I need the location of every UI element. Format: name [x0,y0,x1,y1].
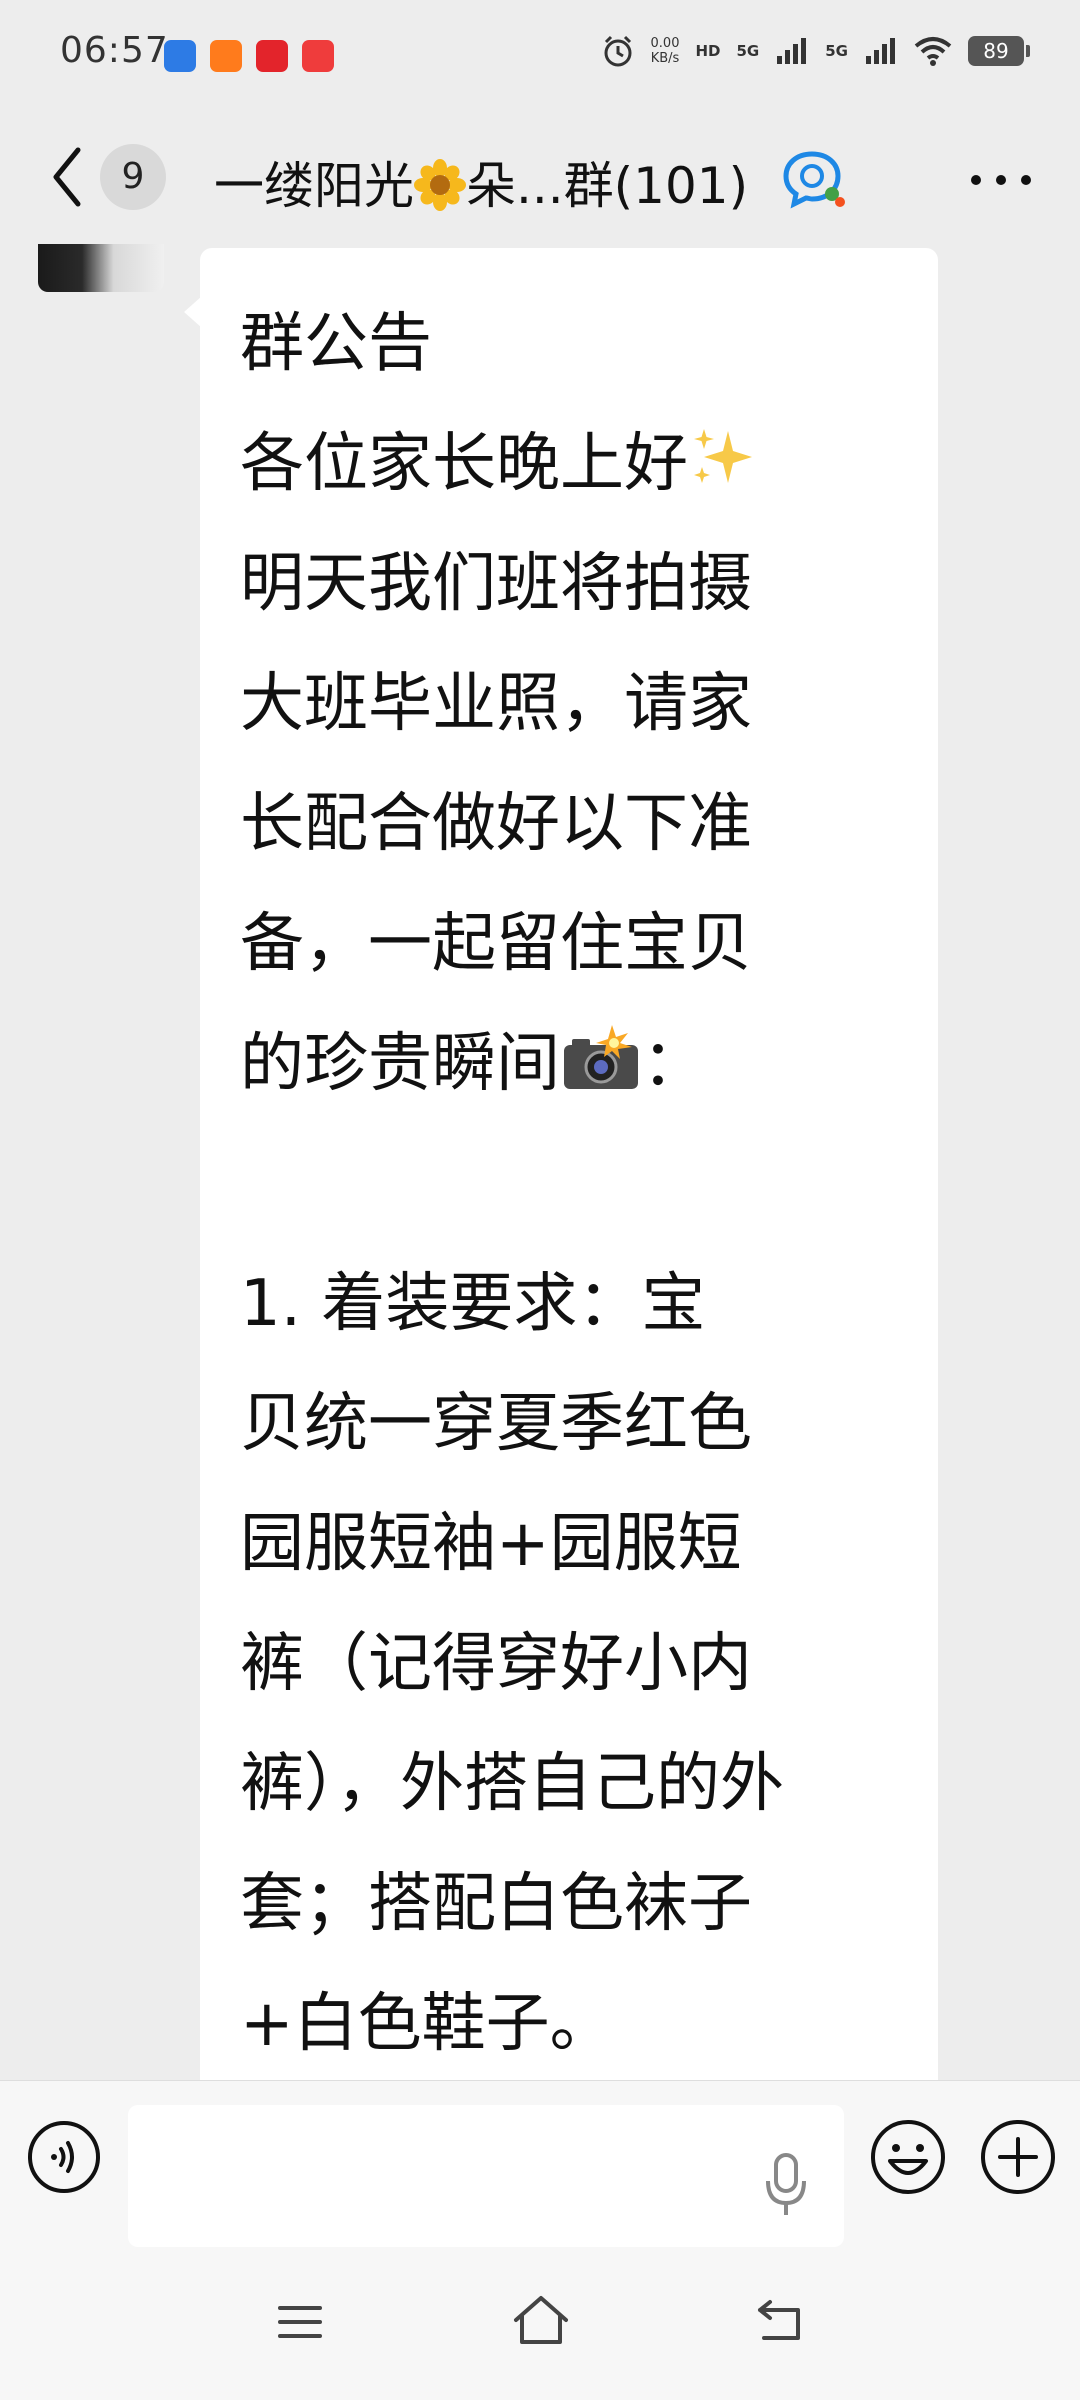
emoji-button[interactable] [868,2117,948,2197]
microphone-icon[interactable] [762,2151,810,2221]
home-button[interactable] [510,2292,572,2348]
wifi-icon [914,37,952,66]
chat-title-suffix: 朵...群(101) [466,157,749,215]
sim1-5g-label: 5G [736,42,760,60]
plus-icon [981,2120,1055,2194]
announcement-heading: 群公告 [240,307,432,381]
system-icons: 0.00 KB/s HD 5G 5G 89 [601,34,1030,68]
emoji-icon [871,2120,945,2194]
app-notification-icon [210,40,242,72]
message-input[interactable] [128,2105,844,2247]
app-notification-icon [164,40,196,72]
more-functions-button[interactable] [978,2117,1058,2197]
message-line-text: 的珍贵瞬间 [240,1027,560,1101]
message-line: 各位家长晚上好 [240,404,900,524]
network-speed-value: 0.00 [650,36,680,51]
message-line: 备，一起留住宝贝 [240,907,752,981]
group-chat-icon[interactable] [780,148,850,212]
signal-icon [777,38,807,64]
system-navigation-bar [0,2252,1080,2400]
message-line: 贝统一穿夏季红色 [240,1387,752,1461]
back-arrow-icon [758,2300,800,2340]
signal-icon [866,38,895,64]
back-button[interactable] [44,142,90,212]
home-icon [514,2296,568,2344]
sparkles-emoji-icon [694,429,752,483]
message-line-colon: ： [642,1027,706,1101]
news-app-notification-icon [302,40,334,72]
voice-icon [51,2141,74,2173]
status-bar: 06:57 0.00 KB/s HD 5G 5G 89 [0,0,1080,112]
sunflower-emoji-icon [414,159,466,211]
message-line: 园服短袖+园服短 [240,1507,742,1581]
status-time: 06:57 [60,30,169,71]
sim2-5g-label: 5G [825,42,848,60]
menu-icon [278,2306,322,2338]
voice-input-button[interactable] [26,2119,102,2195]
notification-icons [164,40,334,72]
chat-header: 9 一缕阳光 朵...群(101) [0,112,1080,244]
unread-count-badge[interactable]: 9 [100,144,166,210]
recent-apps-button[interactable] [274,2296,326,2348]
more-options-button[interactable] [966,170,1036,190]
network-speed-unit: KB/s [650,51,680,66]
message-line: 明天我们班将拍摄 [240,547,752,621]
app-notification-icon [256,40,288,72]
alarm-icon [604,35,632,67]
chat-messages-area[interactable]: 群公告 各位家长晚上好 明天我们班将拍摄 大班毕业照，请家 长配合做好以下准 备… [0,244,1080,2080]
more-dots-icon [971,175,1031,185]
message-text[interactable]: 群公告 各位家长晚上好 明天我们班将拍摄 大班毕业照，请家 长配合做好以下准 备… [240,284,900,2080]
greeting-text: 各位家长晚上好 [240,427,688,501]
chat-title-prefix: 一缕阳光 [214,157,414,215]
hd-label: HD [695,42,721,60]
message-line: 裤（记得穿好小内 [240,1627,752,1701]
battery-indicator: 89 [968,36,1030,66]
network-speed: 0.00 KB/s [651,36,680,66]
sender-avatar[interactable] [38,244,164,292]
message-line: +白色鞋子。 [240,1987,614,2061]
message-line: 1. 着装要求：宝 [240,1267,706,1341]
system-back-button[interactable] [752,2292,808,2348]
message-line: 大班毕业照，请家 [240,667,752,741]
input-bar [0,2080,1080,2252]
message-line: 长配合做好以下准 [240,787,752,861]
message-line: 裤），外搭自己的外 [240,1747,784,1821]
message-line: 的珍贵瞬间 ： [240,1004,900,1124]
camera-flash-emoji-icon [564,1025,638,1089]
message-line: 套；搭配白色袜子 [240,1867,752,1941]
chevron-left-icon [53,147,81,207]
chat-title[interactable]: 一缕阳光 朵...群(101) [214,146,748,218]
